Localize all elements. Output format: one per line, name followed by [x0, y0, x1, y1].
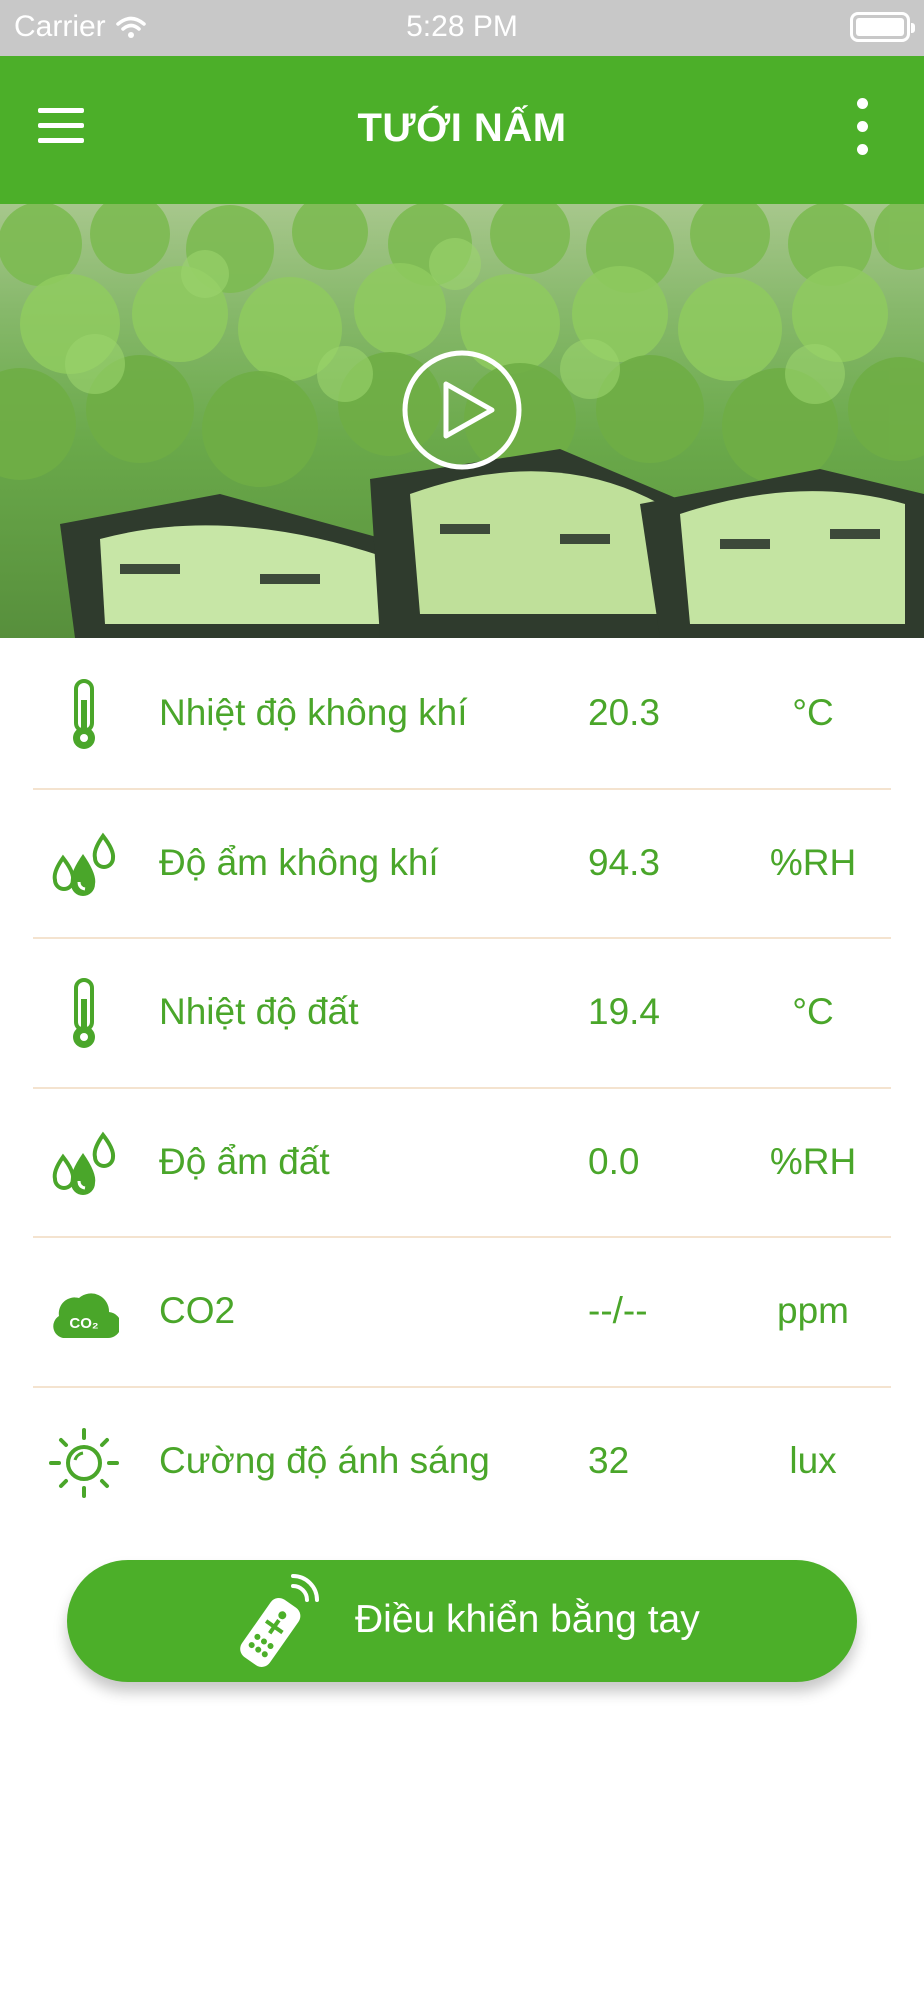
thermometer-icon: [73, 679, 95, 749]
water-drops-icon: [52, 832, 116, 896]
sensor-row-light-intensity: Cường độ ánh sáng 32 lux: [33, 1388, 891, 1538]
sensor-value: --/--: [588, 1290, 648, 1331]
vertical-dots-icon[interactable]: [852, 98, 872, 162]
sensor-label: Độ ẩm không khí: [159, 841, 439, 883]
sensor-unit: %RH: [769, 841, 857, 883]
sensor-list: Nhiệt độ không khí 20.3 °C Độ ẩm không k…: [33, 640, 891, 1537]
sensor-row-co2: CO₂ CO2 --/-- ppm: [33, 1238, 891, 1388]
sensor-value: 32: [588, 1439, 630, 1481]
sun-icon: [49, 1427, 119, 1498]
sensor-unit: °C: [792, 991, 834, 1032]
sensor-row-soil-temperature: Nhiệt độ đất 19.4 °C: [33, 939, 891, 1089]
sensor-label: Nhiệt độ đất: [159, 991, 359, 1032]
co2-cloud-icon: CO₂: [53, 1293, 119, 1339]
status-bar: Carrier 5:28 PM: [0, 0, 924, 56]
page-title: TƯỚI NẤM: [357, 106, 567, 150]
sensor-unit: lux: [789, 1439, 837, 1481]
sensor-value: 94.3: [588, 841, 661, 883]
remote-control-icon: [240, 1574, 319, 1667]
sensor-unit: °C: [792, 692, 834, 733]
water-drops-icon: [52, 1131, 116, 1195]
sensor-value: 19.4: [588, 991, 661, 1032]
manual-control-label: Điều khiển bằng tay: [355, 1598, 700, 1641]
sensor-label: Cường độ ánh sáng: [159, 1439, 490, 1481]
hero-image: [0, 204, 924, 638]
svg-text:CO₂: CO₂: [69, 1315, 98, 1332]
sensor-row-soil-humidity: Độ ẩm đất 0.0 %RH: [33, 1089, 891, 1238]
sensor-row-air-temperature: Nhiệt độ không khí 20.3 °C: [33, 640, 891, 790]
sensor-row-air-humidity: Độ ẩm không khí 94.3 %RH: [33, 790, 891, 939]
sensor-unit: %RH: [769, 1140, 857, 1182]
battery-icon: [850, 12, 915, 42]
thermometer-icon: [73, 978, 95, 1048]
play-icon[interactable]: [400, 348, 524, 472]
sensor-label: Nhiệt độ không khí: [159, 692, 468, 733]
sensor-label: CO2: [159, 1290, 236, 1331]
sensor-unit: ppm: [777, 1290, 849, 1331]
status-time: 5:28 PM: [406, 10, 518, 43]
sensor-label: Độ ẩm đất: [159, 1140, 330, 1182]
sensor-value: 0.0: [588, 1140, 640, 1182]
app-header: TƯỚI NẤM: [0, 56, 924, 204]
manual-control-button[interactable]: Điều khiển bằng tay: [67, 1560, 857, 1682]
sensor-value: 20.3: [588, 692, 661, 733]
